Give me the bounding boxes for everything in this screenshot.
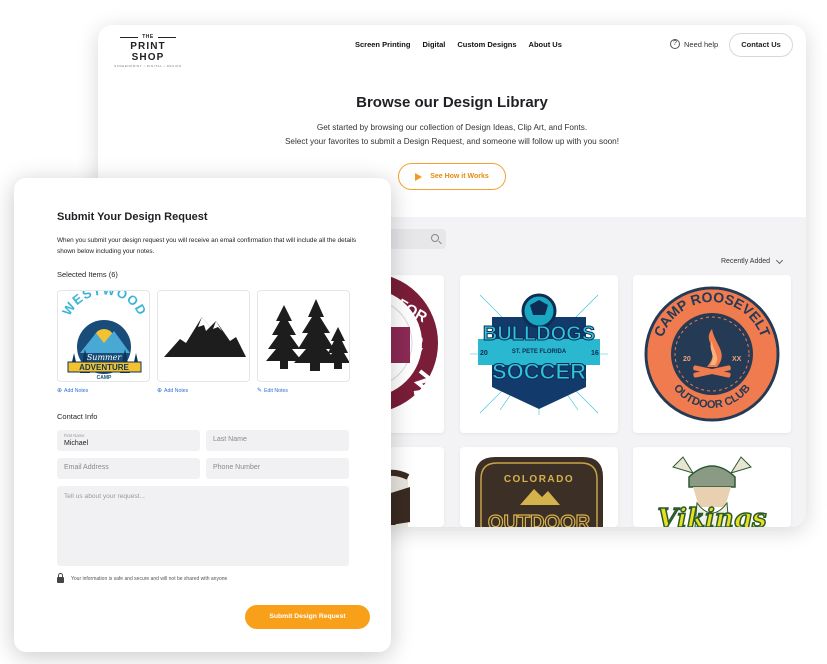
pine-trees-design bbox=[266, 299, 349, 371]
privacy-notice: Your information is safe and secure and … bbox=[57, 573, 228, 583]
hero-subtitle: Get started by browsing our collection o… bbox=[98, 121, 806, 149]
contact-us-button[interactable]: Contact Us bbox=[729, 33, 793, 57]
privacy-text: Your information is safe and secure and … bbox=[71, 575, 228, 582]
request-message-textarea[interactable]: Tell us about your request... bbox=[57, 486, 349, 566]
selected-item-mountains[interactable] bbox=[157, 290, 250, 382]
logo-tagline: SCREENPRINT • DIGITAL • DESIGN bbox=[114, 64, 182, 68]
hero-line-2: Select your favorites to submit a Design… bbox=[284, 137, 620, 146]
design-card-roosevelt[interactable]: CAMP ROOSEVELT OUTDOOR CLUB 20 XX bbox=[633, 275, 791, 433]
phone-field[interactable]: Phone Number bbox=[206, 458, 349, 479]
nav-screen-printing[interactable]: Screen Printing bbox=[355, 40, 410, 49]
colorado-line-2: OUTDOOR bbox=[488, 512, 591, 527]
nav-custom-designs[interactable]: Custom Designs bbox=[457, 40, 516, 49]
design-request-panel: Submit Your Design Request When you subm… bbox=[14, 178, 391, 652]
search-icon bbox=[431, 234, 439, 242]
roosevelt-left: 20 bbox=[683, 356, 691, 363]
westwood-camp-design: WESTWOOD Summer ADVENTURE CAMP bbox=[59, 291, 150, 381]
see-how-label: See How it Works bbox=[430, 173, 489, 180]
soccer-line-2: ST. PETE FLORIDA bbox=[512, 349, 567, 355]
plus-circle-icon: ⊕ bbox=[57, 388, 63, 394]
nav-links: Screen Printing Digital Custom Designs A… bbox=[355, 40, 562, 49]
edit-notes-link-3[interactable]: ✎ Edit Notes bbox=[257, 387, 288, 395]
colorado-outdoor-design: COLORADO OUTDOOR bbox=[475, 457, 603, 527]
camp-roosevelt-design: CAMP ROOSEVELT OUTDOOR CLUB 20 XX bbox=[644, 286, 780, 422]
lock-icon bbox=[57, 573, 64, 583]
sort-dropdown[interactable]: Recently Added bbox=[721, 256, 784, 265]
page-title: Browse our Design Library bbox=[356, 94, 548, 111]
submit-design-request-button[interactable]: Submit Design Request bbox=[245, 605, 370, 629]
design-card-soccer[interactable]: BULLDOGS ST. PETE FLORIDA SOCCER 20 16 bbox=[460, 275, 618, 433]
westwood-bottom: CAMP bbox=[97, 375, 112, 381]
westwood-arc: WESTWOOD bbox=[59, 291, 149, 318]
need-help-link[interactable]: ? Need help bbox=[670, 39, 718, 49]
westwood-script: Summer bbox=[87, 353, 123, 362]
edit-notes-label-3: Edit Notes bbox=[264, 387, 288, 394]
soccer-line-1: BULLDOGS bbox=[483, 323, 595, 345]
print-shop-logo[interactable]: THE PRINT SHOP SCREENPRINT • DIGITAL • D… bbox=[112, 34, 184, 68]
add-notes-link-2[interactable]: ⊕ Add Notes bbox=[157, 387, 189, 395]
nav-digital[interactable]: Digital bbox=[422, 40, 445, 49]
request-title: Submit Your Design Request bbox=[57, 211, 208, 223]
design-card-colorado[interactable]: COLORADO OUTDOOR bbox=[460, 447, 618, 527]
contact-info-label: Contact Info bbox=[57, 412, 98, 421]
chevron-down-icon bbox=[776, 256, 784, 264]
first-name-field[interactable]: First Name Michael bbox=[57, 430, 200, 451]
adventure-year-left: 20 bbox=[414, 336, 423, 345]
plus-circle-icon: ⊕ bbox=[157, 388, 163, 394]
design-card-vikings[interactable]: Vikings bbox=[633, 447, 791, 527]
first-name-value: Michael bbox=[64, 440, 89, 447]
top-navigation: THE PRINT SHOP SCREENPRINT • DIGITAL • D… bbox=[98, 25, 806, 68]
vikings-text: Vikings bbox=[657, 504, 767, 527]
vikings-design: Vikings bbox=[657, 456, 768, 527]
nav-about-us[interactable]: About Us bbox=[529, 40, 562, 49]
logo-the: THE bbox=[142, 34, 154, 40]
soccer-year-left: 20 bbox=[480, 350, 488, 357]
add-notes-link-1[interactable]: ⊕ Add Notes bbox=[57, 387, 89, 395]
add-notes-label-1: Add Notes bbox=[64, 387, 89, 394]
soccer-line-3: SOCCER bbox=[492, 359, 586, 384]
hero-line-1: Get started by browsing our collection o… bbox=[316, 123, 588, 132]
bulldogs-soccer-design: BULLDOGS ST. PETE FLORIDA SOCCER 20 16 bbox=[470, 293, 608, 415]
add-notes-label-2: Add Notes bbox=[164, 387, 189, 394]
selected-items-label: Selected Items (6) bbox=[57, 270, 118, 279]
selected-item-westwood[interactable]: WESTWOOD Summer ADVENTURE CAMP bbox=[57, 290, 150, 382]
svg-text:WESTWOOD: WESTWOOD bbox=[59, 291, 150, 318]
soccer-year-right: 16 bbox=[591, 350, 599, 357]
first-name-label: First Name bbox=[64, 433, 85, 438]
roosevelt-right: XX bbox=[732, 356, 742, 363]
question-icon: ? bbox=[670, 39, 680, 49]
adventure-year-right: 07 bbox=[414, 347, 423, 356]
play-icon bbox=[415, 172, 423, 181]
logo-name: PRINT SHOP bbox=[130, 41, 166, 63]
westwood-banner: ADVENTURE bbox=[79, 363, 129, 372]
selected-item-trees[interactable] bbox=[257, 290, 350, 382]
email-field[interactable]: Email Address bbox=[57, 458, 200, 479]
request-description: When you submit your design request you … bbox=[57, 237, 357, 255]
sort-label: Recently Added bbox=[721, 258, 771, 265]
need-help-label: Need help bbox=[684, 39, 719, 49]
mountain-silhouette-design bbox=[164, 317, 246, 357]
pencil-icon: ✎ bbox=[257, 388, 263, 394]
last-name-field[interactable]: Last Name bbox=[206, 430, 349, 451]
see-how-it-works-button[interactable]: See How it Works bbox=[398, 163, 506, 190]
colorado-line-1: COLORADO bbox=[504, 474, 574, 485]
